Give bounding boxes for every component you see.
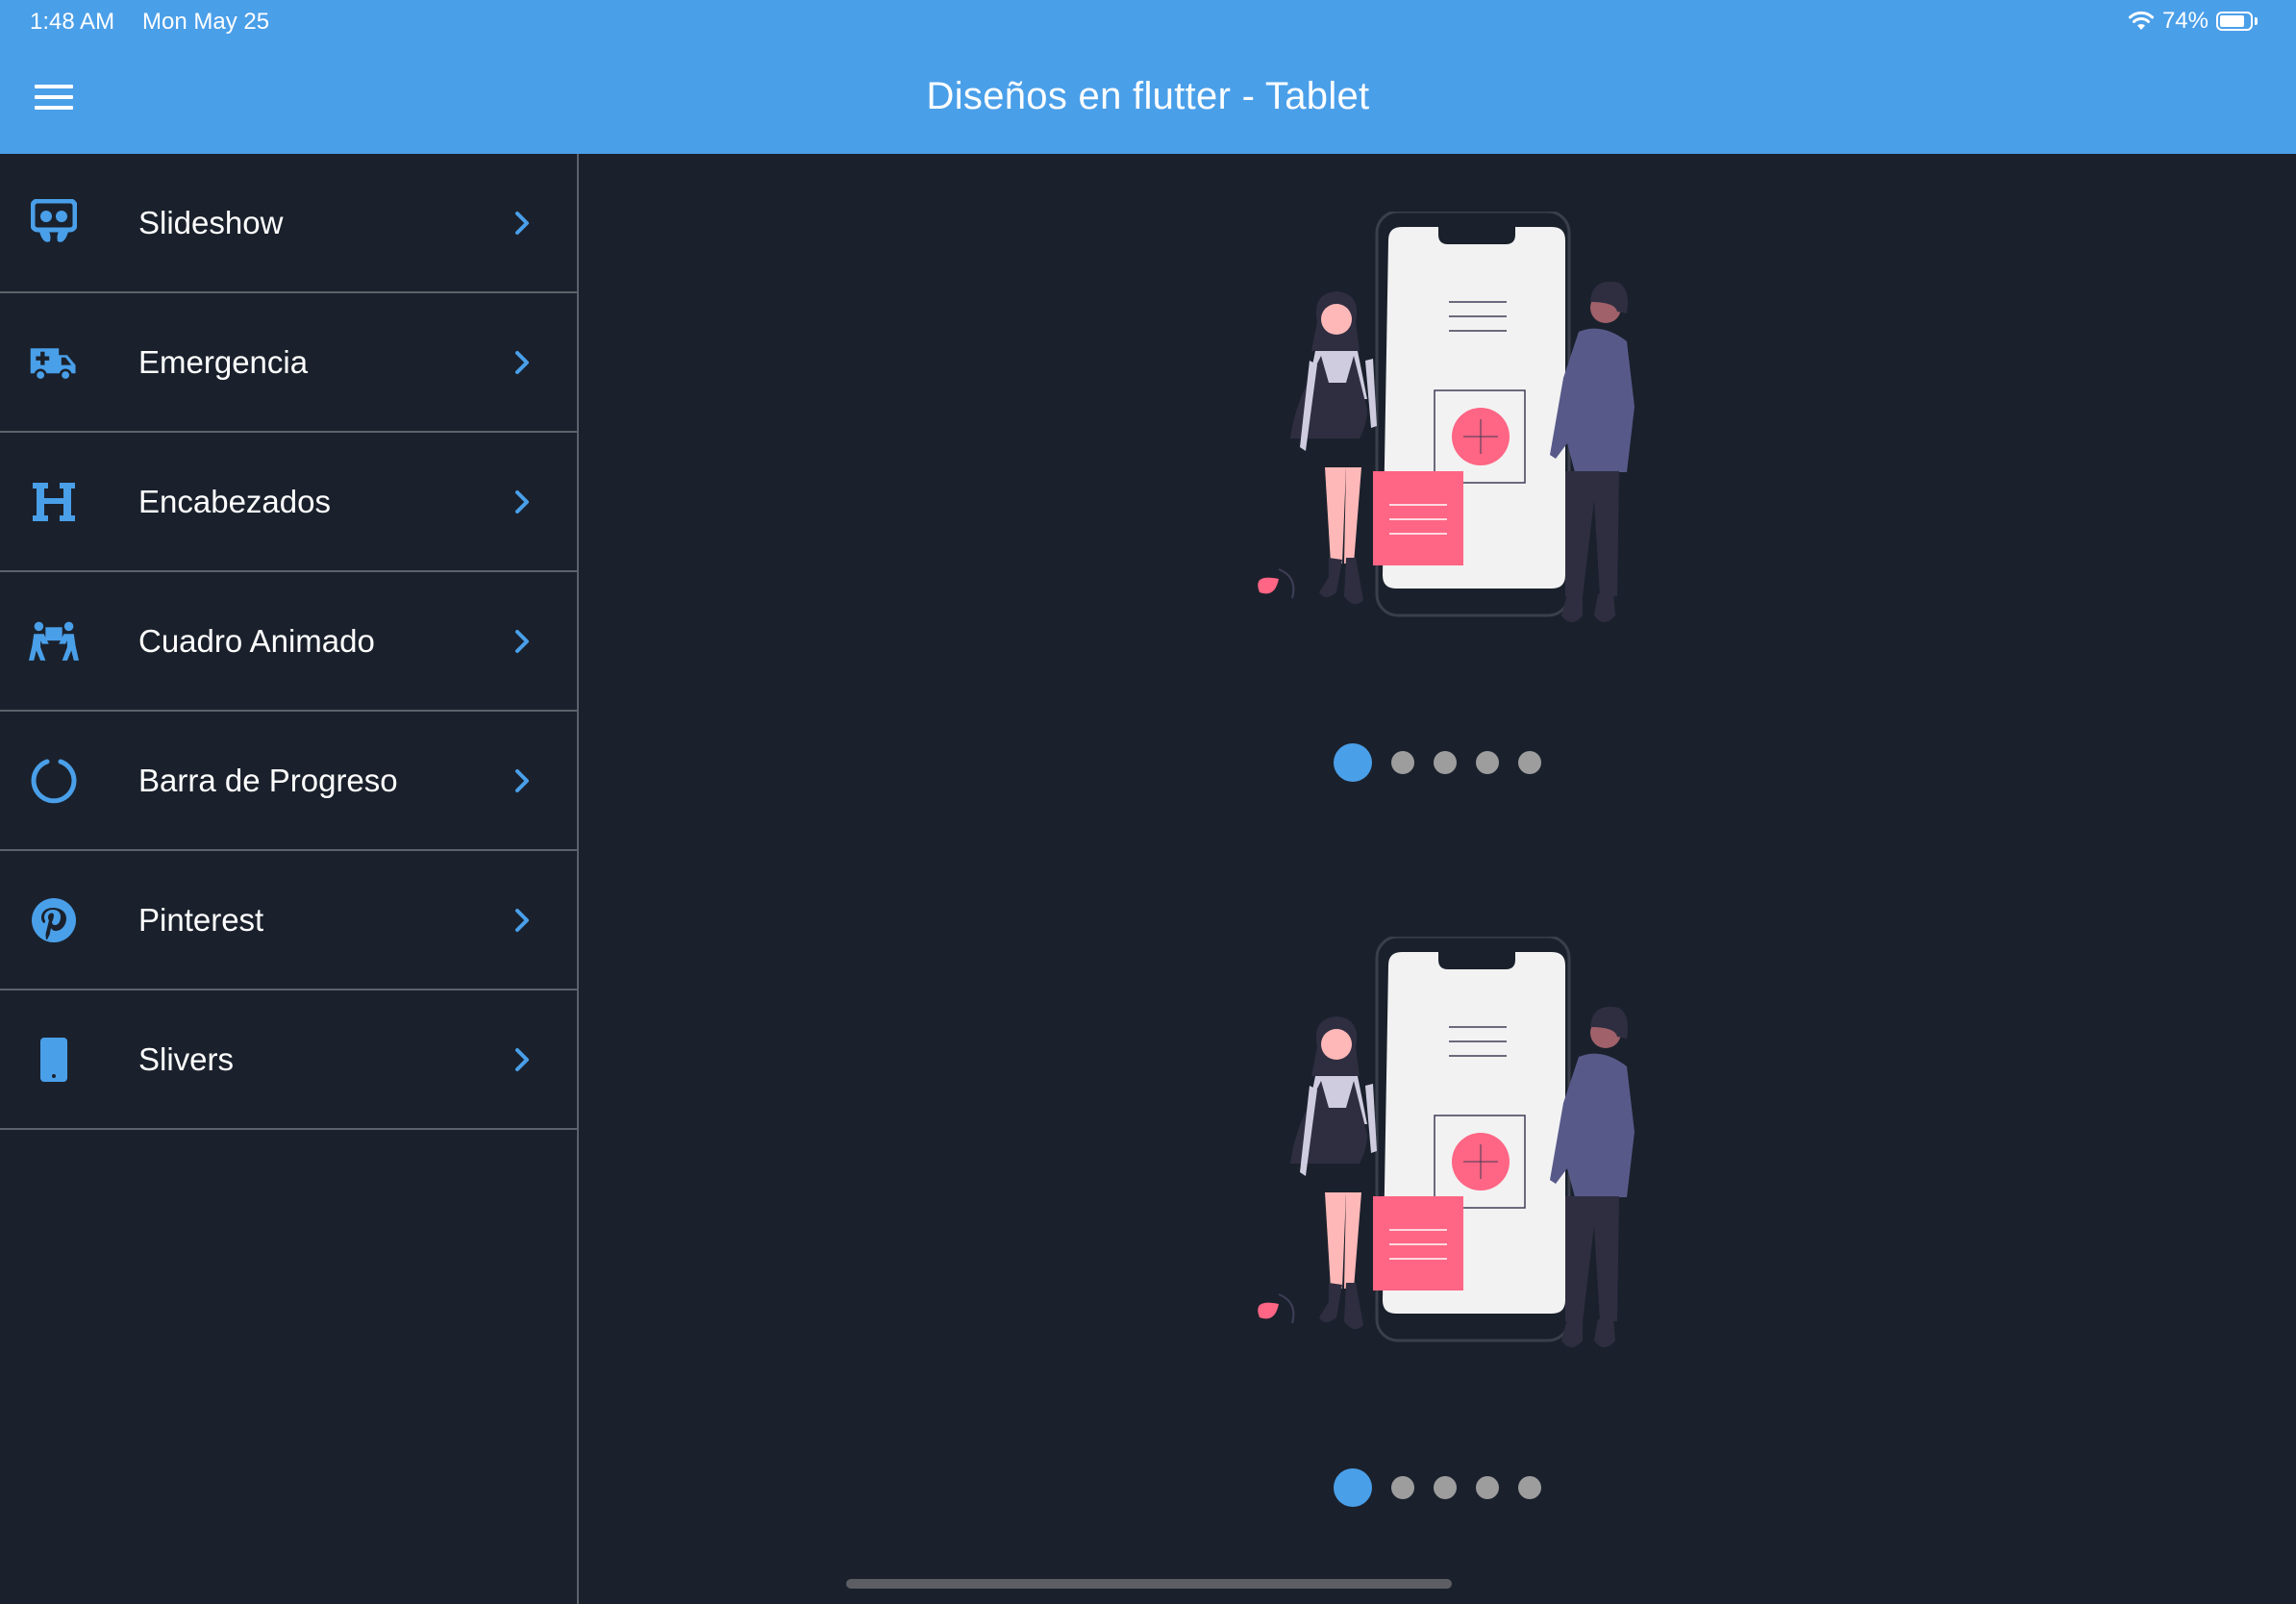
chevron-right-icon	[515, 908, 529, 932]
sidebar-item-pinterest[interactable]: Pinterest	[0, 851, 577, 990]
home-indicator[interactable]	[846, 1579, 1452, 1589]
sidebar-item-slivers[interactable]: Slivers	[0, 990, 577, 1130]
slide-dot[interactable]	[1476, 1476, 1499, 1499]
slide-dot[interactable]	[1391, 1476, 1414, 1499]
chevron-right-icon	[515, 1047, 529, 1071]
status-bar: 1:48 AM Mon May 25 74%	[0, 0, 2296, 46]
chevron-right-icon	[515, 489, 529, 514]
sidebar-item-label: Cuadro Animado	[138, 622, 375, 659]
chevron-right-icon	[515, 768, 529, 792]
chevron-right-icon	[515, 350, 529, 374]
slide-illustration	[1258, 937, 1635, 1347]
sidebar-item-label: Slivers	[138, 1040, 235, 1077]
status-right: 74%	[2128, 8, 2258, 35]
ambulance-icon	[29, 338, 79, 388]
slide-dot[interactable]	[1476, 751, 1499, 774]
app-bar: Diseños en flutter - Tablet	[0, 46, 2296, 154]
slide-dot[interactable]	[1434, 751, 1457, 774]
slide-illustration	[1258, 212, 1635, 622]
page-title: Diseños en flutter - Tablet	[926, 75, 1370, 117]
sidebar-item-label: Slideshow	[138, 204, 284, 240]
sidebar-item-emergencia[interactable]: Emergencia	[0, 293, 577, 433]
circle-notch-icon	[29, 756, 79, 806]
slide-dots	[579, 743, 2296, 782]
sidebar-item-cuadro-animado[interactable]: Cuadro Animado	[0, 572, 577, 712]
slide-dot[interactable]	[1434, 1476, 1457, 1499]
slide-dots	[579, 1468, 2296, 1507]
mobile-icon	[29, 1035, 79, 1085]
people-carry-icon	[29, 616, 79, 666]
wifi-icon	[2128, 11, 2154, 30]
slide-dot[interactable]	[1391, 751, 1414, 774]
chevron-right-icon	[515, 211, 529, 235]
sidebar-item-barra-de-progreso[interactable]: Barra de Progreso	[0, 712, 577, 851]
slide-dot[interactable]	[1518, 751, 1541, 774]
battery-icon	[2216, 12, 2253, 31]
sidebar-item-encabezados[interactable]: Encabezados	[0, 433, 577, 572]
chevron-right-icon	[515, 629, 529, 653]
sidebar-item-label: Pinterest	[138, 901, 264, 938]
slide-dot[interactable]	[1518, 1476, 1541, 1499]
status-time: 1:48 AM	[30, 9, 115, 35]
status-date: Mon May 25	[142, 9, 270, 35]
slide-dot[interactable]	[1334, 743, 1372, 782]
slide-dot[interactable]	[1334, 1468, 1372, 1507]
heading-icon	[29, 477, 79, 527]
pinterest-icon	[29, 895, 79, 945]
sidebar-item-label: Barra de Progreso	[138, 762, 398, 798]
slideshow[interactable]	[579, 879, 2296, 1604]
slideshow[interactable]	[579, 154, 2296, 879]
slideshare-icon	[29, 198, 79, 248]
main-content	[579, 154, 2296, 1604]
battery-percent: 74%	[2161, 8, 2209, 34]
sidebar-item-label: Emergencia	[138, 343, 309, 380]
battery-cap	[2255, 17, 2258, 25]
sidebar-item-slideshow[interactable]: Slideshow	[0, 154, 577, 293]
sidebar: Slideshow Emergencia Encabezados Cuadro …	[0, 154, 579, 1604]
sidebar-item-label: Encabezados	[138, 483, 331, 519]
